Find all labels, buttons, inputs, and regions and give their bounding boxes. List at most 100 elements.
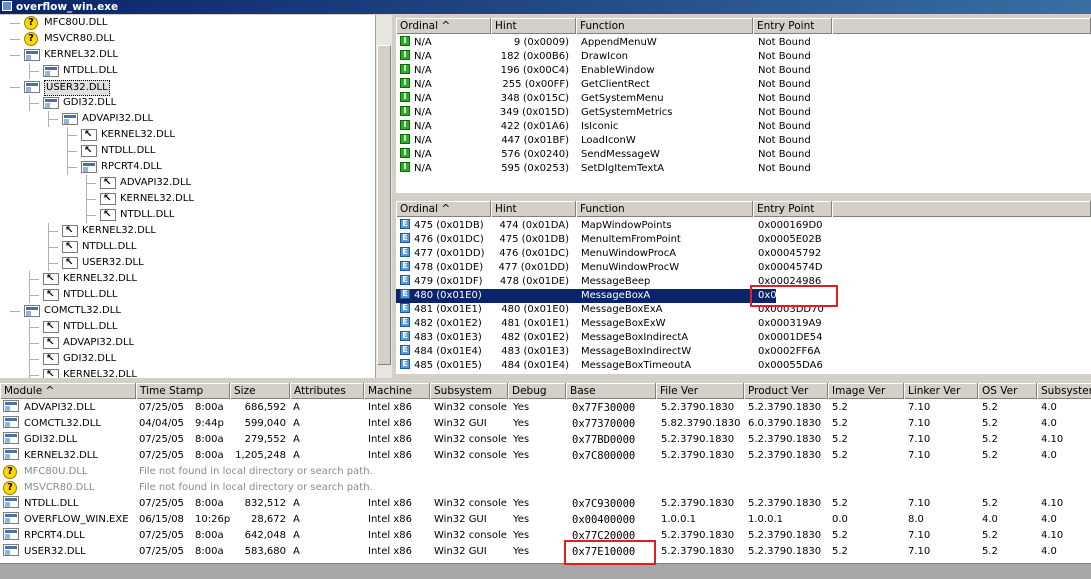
- column-header[interactable]: Debug: [508, 383, 566, 399]
- tree-item[interactable]: ADVAPI32.DLL: [0, 175, 375, 191]
- tree-scrollbar-thumb[interactable]: [377, 45, 391, 365]
- table-row[interactable]: E 475 (0x01DB) 474 (0x01DA) MapWindowPoints…: [396, 219, 1091, 233]
- tree-item-label: NTDLL.DLL: [101, 145, 156, 156]
- machine-cell: Intel x86: [368, 434, 412, 445]
- tree-item[interactable]: NTDLL.DLL: [0, 207, 375, 223]
- tree-item[interactable]: ADVAPI32.DLL: [0, 335, 375, 351]
- table-row[interactable]: NTDLL.DLL 07/25/05 8:00a 832,512 A Intel x86 W…: [0, 496, 1091, 512]
- table-row[interactable]: E 478 (0x01DE) 477 (0x01DD) MenuWindowProcW…: [396, 261, 1091, 275]
- table-row[interactable]: E 482 (0x01E2) 481 (0x01E1) MessageBoxExW 0x…: [396, 317, 1091, 331]
- column-header[interactable]: Image Ver: [828, 383, 904, 399]
- module-tree[interactable]: ? MFC80U.DLL? MSVCR80.DLL KERNEL32.DLL NTDLL…: [0, 15, 375, 378]
- column-header[interactable]: Entry Point: [753, 201, 832, 217]
- product-ver-cell: 5.2.3790.1830: [748, 434, 822, 445]
- tree-item[interactable]: NTDLL.DLL: [0, 319, 375, 335]
- column-header[interactable]: Hint: [491, 201, 576, 217]
- table-row[interactable]: USER32.DLL 07/25/05 8:00a 583,680 A Intel x86…: [0, 544, 1091, 560]
- tree-scrollbar[interactable]: [375, 15, 392, 378]
- column-header[interactable]: Module ^: [0, 383, 136, 399]
- column-header[interactable]: Machine: [364, 383, 430, 399]
- linker-ver-cell: 8.0: [908, 514, 924, 525]
- table-row[interactable]: E 477 (0x01DD) 476 (0x01DC) MenuWindowProcA…: [396, 247, 1091, 261]
- tree-item[interactable]: KERNEL32.DLL: [0, 223, 375, 239]
- tree-item[interactable]: ADVAPI32.DLL: [0, 111, 375, 127]
- table-row[interactable]: E 479 (0x01DF) 478 (0x01DE) MessageBeep 0x00…: [396, 275, 1091, 289]
- exports-list[interactable]: Ordinal ^ Hint Function Entry Point E 475 (0x…: [396, 201, 1091, 374]
- column-header[interactable]: Hint: [491, 18, 576, 34]
- table-row[interactable]: I N/A 447 (0x01BF) LoadIconW Not Bound: [396, 134, 1091, 148]
- column-header[interactable]: Size: [230, 383, 290, 399]
- table-row[interactable]: ? MFC80U.DLL File not found in local direc…: [0, 464, 1091, 480]
- column-header[interactable]: Time Stamp: [136, 383, 230, 399]
- window-titlebar[interactable]: overflow_win.exe: [0, 0, 1091, 14]
- function-cell: GetSystemMenu: [581, 93, 664, 104]
- table-row[interactable]: E 485 (0x01E5) 484 (0x01E4) MessageBoxTimeo…: [396, 359, 1091, 373]
- column-header[interactable]: Function: [576, 18, 753, 34]
- column-header[interactable]: Function: [576, 201, 753, 217]
- tree-item[interactable]: USER32.DLL: [0, 255, 375, 271]
- column-header[interactable]: OS Ver: [978, 383, 1037, 399]
- table-row[interactable]: RPCRT4.DLL 07/25/05 8:00a 642,048 A Intel x86…: [0, 528, 1091, 544]
- module-icon: [24, 305, 40, 317]
- table-row[interactable]: I N/A 422 (0x01A6) IsIconic Not Bound: [396, 120, 1091, 134]
- tree-item[interactable]: KERNEL32.DLL: [0, 271, 375, 287]
- hint-cell: 349 (0x015D): [499, 107, 569, 118]
- table-row[interactable]: I N/A 348 (0x015C) GetSystemMenu Not Bound: [396, 92, 1091, 106]
- tree-item[interactable]: GDI32.DLL: [0, 95, 375, 111]
- table-row[interactable]: KERNEL32.DLL 07/25/05 8:00a 1,205,248 A Intel…: [0, 448, 1091, 464]
- table-row[interactable]: ? MSVCR80.DLL File not found in local dire…: [0, 480, 1091, 496]
- table-row[interactable]: I N/A 255 (0x00FF) GetClientRect Not Bound: [396, 78, 1091, 92]
- table-row[interactable]: E 484 (0x01E4) 483 (0x01E3) MessageBoxIndir…: [396, 345, 1091, 359]
- forward-icon: [43, 367, 59, 378]
- hint-cell: 576 (0x0240): [501, 149, 569, 160]
- tree-item[interactable]: NTDLL.DLL: [0, 63, 375, 79]
- tree-item-label: NTDLL.DLL: [63, 289, 118, 300]
- entry-point-cell: Not Bound: [758, 107, 811, 118]
- table-row[interactable]: I N/A 349 (0x015D) GetSystemMetrics Not Boun…: [396, 106, 1091, 120]
- entry-point-cell: Not Bound: [758, 163, 811, 174]
- table-row[interactable]: ADVAPI32.DLL 07/25/05 8:00a 686,592 A Intel x…: [0, 400, 1091, 416]
- table-row[interactable]: I N/A 576 (0x0240) SendMessageW Not Bound: [396, 148, 1091, 162]
- imports-list[interactable]: Ordinal ^ Hint Function Entry Point I N/A 9 (0…: [396, 18, 1091, 193]
- table-row[interactable]: I N/A 595 (0x0253) SetDlgItemTextA Not Bound: [396, 162, 1091, 176]
- tree-item[interactable]: ? MFC80U.DLL: [0, 15, 375, 31]
- tree-item[interactable]: NTDLL.DLL: [0, 143, 375, 159]
- tree-item-label: GDI32.DLL: [63, 353, 117, 364]
- column-header[interactable]: Linker Ver: [904, 383, 978, 399]
- column-header[interactable]: File Ver: [656, 383, 744, 399]
- tree-item[interactable]: GDI32.DLL: [0, 351, 375, 367]
- table-row[interactable]: E 483 (0x01E3) 482 (0x01E2) MessageBoxIndir…: [396, 331, 1091, 345]
- column-header[interactable]: Base: [566, 383, 656, 399]
- modules-list[interactable]: Module ^ Time Stamp Size Attributes Machine S…: [0, 383, 1091, 563]
- function-cell: SetDlgItemTextA: [581, 163, 665, 174]
- table-row[interactable]: E 476 (0x01DC) 475 (0x01DB) MenuItemFromPoi…: [396, 233, 1091, 247]
- ordinal-cell: 477 (0x01DD): [414, 248, 485, 259]
- tree-item[interactable]: COMCTL32.DLL: [0, 303, 375, 319]
- tree-item[interactable]: NTDLL.DLL: [0, 239, 375, 255]
- column-header[interactable]: Entry Point: [753, 18, 832, 34]
- column-header[interactable]: Attributes: [290, 383, 364, 399]
- tree-item[interactable]: NTDLL.DLL: [0, 287, 375, 303]
- column-header[interactable]: Subsystem: [430, 383, 508, 399]
- tree-item[interactable]: KERNEL32.DLL: [0, 367, 375, 378]
- tree-item[interactable]: KERNEL32.DLL: [0, 47, 375, 63]
- tree-item[interactable]: KERNEL32.DLL: [0, 191, 375, 207]
- tree-item[interactable]: USER32.DLL: [0, 79, 375, 96]
- column-header[interactable]: Ordinal ^: [396, 201, 491, 217]
- tree-item[interactable]: RPCRT4.DLL: [0, 159, 375, 175]
- table-row[interactable]: I N/A 182 (0x00B6) DrawIcon Not Bound: [396, 50, 1091, 64]
- column-header[interactable]: Product Ver: [744, 383, 828, 399]
- table-row[interactable]: COMCTL32.DLL 04/04/05 9:44p 599,040 A Intel x…: [0, 416, 1091, 432]
- table-row[interactable]: I N/A 9 (0x0009) AppendMenuW Not Bound: [396, 36, 1091, 50]
- tree-item[interactable]: KERNEL32.DLL: [0, 127, 375, 143]
- table-row[interactable]: OVERFLOW_WIN.EXE 06/15/08 10:26p 28,672 A Int…: [0, 512, 1091, 528]
- table-row[interactable]: E480 (0x01E0)479 (0x01DF)MessageBoxA0x00…: [396, 289, 824, 303]
- column-header[interactable]: Subsystem: [1037, 383, 1091, 399]
- function-cell: AppendMenuW: [581, 37, 657, 48]
- tree-item[interactable]: ? MSVCR80.DLL: [0, 31, 375, 47]
- table-row[interactable]: E 481 (0x01E1) 480 (0x01E0) MessageBoxExA 0x…: [396, 303, 1091, 317]
- table-row[interactable]: I N/A 196 (0x00C4) EnableWindow Not Bound: [396, 64, 1091, 78]
- size-cell: 583,680: [244, 546, 286, 557]
- column-header[interactable]: Ordinal ^: [396, 18, 491, 34]
- table-row[interactable]: GDI32.DLL 07/25/05 8:00a 279,552 A Intel x86 W…: [0, 432, 1091, 448]
